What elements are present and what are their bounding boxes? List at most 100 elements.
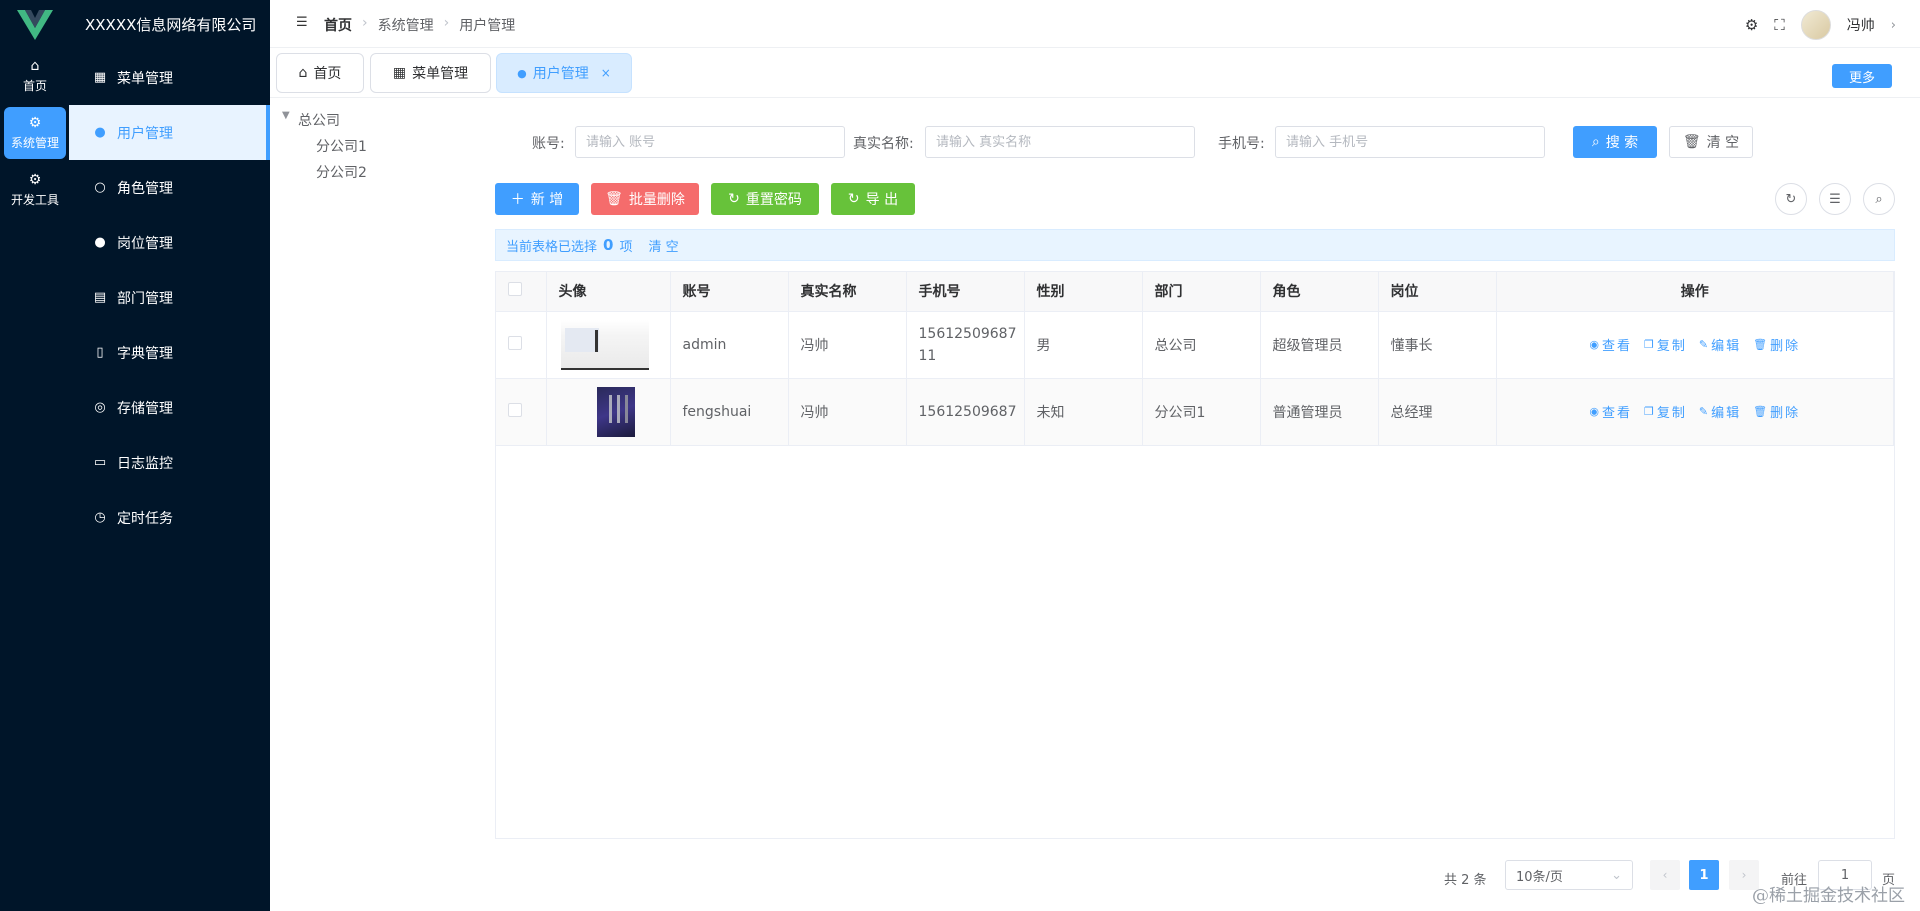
timer-icon: ◷: [94, 510, 106, 525]
chevron-left-icon: ‹: [1662, 868, 1668, 882]
toggle-search-button[interactable]: ⌕: [1863, 183, 1895, 215]
menu-item-task[interactable]: ◷ 定时任务: [69, 490, 270, 545]
realname-label: 真实名称:: [853, 136, 914, 152]
view-button[interactable]: ◉ 查看: [1589, 335, 1632, 354]
copy-button[interactable]: ❐ 复制: [1644, 402, 1687, 421]
trash-icon: 🗑: [605, 191, 623, 207]
menu-label: 存储管理: [117, 400, 173, 417]
menu-label: 定时任务: [117, 510, 173, 527]
menu-item-dict[interactable]: ▯ 字典管理: [69, 325, 270, 380]
tree-node-branch1[interactable]: 分公司1: [316, 136, 367, 156]
reset-password-button[interactable]: ↻ 重置密码: [711, 183, 819, 215]
menu-item-role[interactable]: ○ 角色管理: [69, 160, 270, 215]
database-icon: ◎: [94, 400, 106, 415]
page-size-select[interactable]: 10条/页 ⌄: [1505, 860, 1633, 890]
chevron-right-icon: ›: [443, 15, 450, 31]
realname-input[interactable]: [925, 126, 1195, 158]
copy-label: 复制: [1656, 339, 1687, 354]
table-header-row: 头像 账号 真实名称 手机号 性别 部门 角色 岗位 操作: [496, 272, 1894, 312]
menu-item-dept[interactable]: ▤ 部门管理: [69, 270, 270, 325]
column-header: 操作: [1496, 272, 1894, 312]
menu-item-storage[interactable]: ◎ 存储管理: [69, 380, 270, 435]
selection-count: 0: [603, 236, 614, 254]
user-icon: ●: [94, 125, 106, 140]
copy-label: 复制: [1656, 406, 1687, 421]
delete-button[interactable]: 🗑 删除: [1753, 335, 1800, 354]
role-cell: 普通管理员: [1260, 378, 1379, 446]
edit-button[interactable]: ✎ 编辑: [1699, 335, 1741, 354]
phone-input[interactable]: [1275, 126, 1545, 158]
tab-home[interactable]: ⌂ 首页: [276, 53, 364, 93]
row-select-cell: [496, 311, 547, 379]
rail-item-home[interactable]: ⌂ 首页: [4, 50, 66, 102]
avatar-thumbnail[interactable]: [596, 386, 635, 437]
account-input[interactable]: [575, 126, 845, 158]
column-settings-button[interactable]: ☰: [1819, 183, 1851, 215]
add-button[interactable]: ＋ 新 增: [495, 183, 579, 215]
user-table: 头像 账号 真实名称 手机号 性别 部门 角色 岗位 操作 admin 冯帅 1…: [495, 271, 1895, 839]
copy-button[interactable]: ❐ 复制: [1644, 335, 1687, 354]
row-checkbox[interactable]: [508, 402, 522, 417]
page-number-current[interactable]: 1: [1689, 860, 1719, 890]
tab-label: 首页: [313, 66, 342, 82]
tab-label: 菜单管理: [412, 66, 469, 82]
gender-cell: 未知: [1024, 378, 1143, 446]
delete-button[interactable]: 🗑 删除: [1753, 402, 1800, 421]
column-header: 部门: [1142, 272, 1261, 312]
phone-cell: 15612509687: [906, 378, 1025, 446]
menu-item-post[interactable]: ● 岗位管理: [69, 215, 270, 270]
avatar-cell: [546, 378, 671, 446]
refresh-table-button[interactable]: ↻: [1775, 183, 1807, 215]
grid-icon: ▦: [93, 70, 107, 85]
settings-icon[interactable]: ⚙: [1745, 16, 1758, 34]
chevron-right-icon[interactable]: ›: [1891, 18, 1896, 33]
fold-menu-icon[interactable]: ☰: [296, 15, 308, 30]
batch-delete-label: 批量删除: [628, 192, 685, 208]
prev-page-button[interactable]: ‹: [1650, 860, 1680, 890]
refresh-icon: ↻: [728, 191, 740, 207]
row-checkbox[interactable]: [508, 335, 522, 350]
dept-cell: 总公司: [1142, 311, 1261, 379]
export-button[interactable]: ↻ 导 出: [831, 183, 915, 215]
fullscreen-icon[interactable]: ⛶: [1774, 16, 1785, 34]
tree-node-root[interactable]: 总公司: [298, 110, 340, 130]
tab-user[interactable]: ● 用户管理 ×: [496, 53, 632, 93]
refresh-icon: ↻: [1785, 191, 1797, 207]
menu-label: 用户管理: [117, 125, 173, 142]
tree-node-branch2[interactable]: 分公司2: [316, 162, 367, 182]
search-icon: ⌕: [1591, 134, 1600, 150]
gear-icon: ⚙: [28, 114, 42, 131]
building-icon: ▤: [93, 290, 107, 305]
tab-menu[interactable]: ▦ 菜单管理: [370, 53, 491, 93]
clear-selection-link[interactable]: 清 空: [648, 236, 678, 255]
close-icon[interactable]: ×: [601, 66, 611, 80]
name-cell: 冯帅: [788, 311, 907, 379]
menu-label: 角色管理: [117, 180, 173, 197]
menu-item-user[interactable]: ● 用户管理: [69, 105, 270, 160]
search-button[interactable]: ⌕ 搜 索: [1573, 126, 1657, 158]
caret-down-icon[interactable]: ▼: [282, 110, 290, 121]
more-button[interactable]: 更多: [1832, 64, 1892, 88]
phone-label: 手机号:: [1218, 136, 1265, 152]
copy-icon: ❐: [1644, 405, 1654, 418]
batch-delete-button[interactable]: 🗑 批量删除: [591, 183, 699, 215]
selection-prefix: 当前表格已选择: [506, 239, 598, 255]
select-all-checkbox[interactable]: [508, 282, 522, 297]
clear-button[interactable]: 🗑 清 空: [1669, 126, 1753, 158]
avatar[interactable]: [1800, 10, 1831, 40]
view-button[interactable]: ◉ 查看: [1589, 402, 1632, 421]
primary-rail: ⌂ 首页 ⚙ 系统管理 ⚙ 开发工具: [0, 0, 69, 911]
edit-button[interactable]: ✎ 编辑: [1699, 402, 1741, 421]
avatar-thumbnail[interactable]: [560, 319, 649, 370]
add-button-label: 新 增: [530, 192, 564, 208]
menu-item-menu[interactable]: ▦ 菜单管理: [69, 50, 270, 105]
rail-item-system[interactable]: ⚙ 系统管理: [4, 107, 66, 159]
breadcrumb-home[interactable]: 首页: [324, 15, 352, 35]
user-name[interactable]: 冯帅: [1847, 15, 1875, 35]
menu-item-log[interactable]: ▭ 日志监控: [69, 435, 270, 490]
rail-item-devtools[interactable]: ⚙ 开发工具: [4, 164, 66, 216]
selection-suffix: 项: [619, 239, 633, 255]
edit-label: 编辑: [1711, 406, 1742, 421]
select-all-cell: [496, 272, 547, 312]
avatar-cell: [546, 311, 671, 379]
